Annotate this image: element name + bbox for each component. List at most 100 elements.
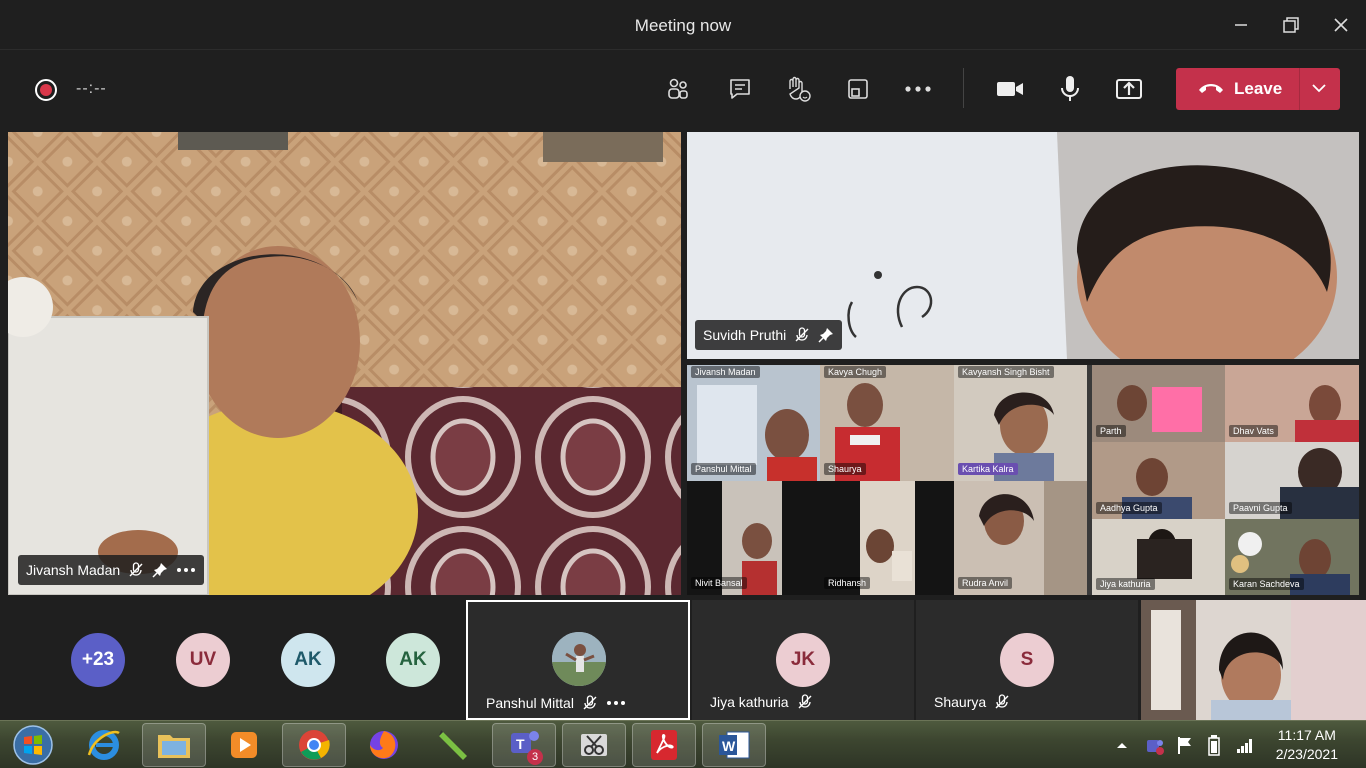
video-tile-main[interactable]: Jivansh Madan — [8, 132, 681, 595]
gallery-cell: Dhav Vats — [1225, 365, 1359, 442]
participant-avatar[interactable]: AK — [386, 633, 440, 687]
self-view-video[interactable] — [1141, 600, 1366, 720]
participant-tile[interactable]: JK Jiya kathuria — [692, 600, 914, 720]
start-button[interactable] — [2, 723, 64, 767]
reactions-button[interactable] — [780, 73, 816, 105]
gallery-name: Karan Sachdeva — [1229, 578, 1304, 590]
gallery-cell: Kavyansh Singh Bisht Kartika Kalra — [954, 365, 1087, 481]
rooms-button[interactable] — [840, 73, 876, 105]
shared-screen-gallery[interactable]: Jivansh Madan Panshul Mittal Kavya Chugh… — [687, 365, 1359, 595]
participant-avatar: JK — [776, 633, 830, 687]
meeting-toolbar: --:-- Leave — [0, 51, 1366, 129]
muted-mic-icon — [795, 327, 809, 342]
avatar-initials: AK — [294, 649, 322, 670]
taskbar-app-pen[interactable] — [422, 723, 486, 767]
windows-start-icon — [13, 725, 53, 765]
leave-button[interactable]: Leave — [1176, 68, 1340, 110]
gallery-name: Aadhya Gupta — [1096, 502, 1162, 514]
more-actions-button[interactable] — [900, 73, 936, 105]
taskbar-teams[interactable]: T 3 — [492, 723, 556, 767]
more-options-icon — [905, 86, 931, 92]
taskbar-firefox[interactable] — [352, 723, 416, 767]
gallery-name: Kavya Chugh — [824, 366, 887, 378]
microphone-button[interactable] — [1052, 73, 1088, 105]
clock-date: 2/23/2021 — [1275, 746, 1338, 762]
avatar-initials: AK — [399, 649, 427, 670]
muted-mic-icon — [798, 694, 812, 709]
chrome-icon — [299, 730, 330, 760]
taskbar-clock[interactable]: 11:17 AM 2/23/2021 — [1276, 726, 1338, 764]
overflow-participants-avatar[interactable]: +23 — [71, 633, 125, 687]
gallery-name: Panshul Mittal — [691, 463, 756, 475]
participant-name: Panshul Mittal — [486, 695, 574, 711]
maximize-button[interactable] — [1273, 10, 1309, 40]
participant-name-bar: Suvidh Pruthi — [695, 320, 843, 350]
participant-tile-speaking[interactable]: Panshul Mittal — [466, 600, 690, 720]
video-tile-secondary[interactable]: Suvidh Pruthi — [687, 132, 1359, 359]
share-screen-button[interactable] — [1111, 73, 1147, 105]
participant-avatar[interactable]: AK — [281, 633, 335, 687]
leave-label: Leave — [1234, 79, 1283, 98]
firefox-icon — [370, 731, 398, 759]
participant-name: Shaurya — [934, 694, 987, 710]
minimize-button[interactable] — [1223, 10, 1259, 40]
participants-button[interactable] — [660, 73, 696, 105]
gallery-cell: Parth — [1092, 365, 1225, 442]
windows-taskbar: T 3 W 11:17 AM 2/23/2021 — [0, 720, 1366, 768]
participant-avatar: S — [1000, 633, 1054, 687]
muted-mic-icon — [129, 562, 143, 577]
scissors-icon — [581, 734, 607, 756]
taskbar-media-player[interactable] — [212, 723, 276, 767]
taskbar-file-explorer[interactable] — [142, 723, 206, 767]
people-icon — [668, 78, 688, 99]
gallery-name: Dhav Vats — [1229, 425, 1278, 437]
taskbar-internet-explorer[interactable] — [72, 723, 136, 767]
participant-avatar[interactable]: UV — [176, 633, 230, 687]
restore-icon — [1283, 17, 1299, 33]
taskbar-acrobat[interactable] — [632, 723, 696, 767]
more-options-icon[interactable] — [606, 700, 626, 706]
toolbar-divider — [963, 68, 964, 108]
gallery-name: Paavni Gupta — [1229, 502, 1292, 514]
pin-icon — [818, 328, 834, 343]
more-options-icon[interactable] — [176, 567, 196, 573]
media-player-icon — [231, 732, 257, 758]
chevron-down-icon — [1312, 84, 1326, 93]
avatar-initials: UV — [189, 649, 217, 670]
avatar — [552, 632, 606, 686]
internet-explorer-icon — [87, 730, 120, 760]
svg-text:T: T — [516, 736, 525, 752]
gallery-cell: Aadhya Gupta — [1092, 442, 1225, 519]
drawing-app-icon — [439, 730, 467, 760]
gallery-name: Ridhansh — [824, 577, 871, 589]
gallery-name: Parth — [1096, 425, 1126, 437]
recording-indicator-icon — [35, 79, 57, 101]
gallery-name: Shaurya — [824, 463, 866, 475]
show-hidden-icons-icon[interactable] — [1116, 741, 1128, 749]
close-button[interactable] — [1323, 10, 1359, 40]
gallery-name: Kartika Kalra — [958, 463, 1018, 475]
participant-tile[interactable]: S Shaurya — [916, 600, 1138, 720]
gallery-cell: Nivit Bansal — [687, 481, 820, 595]
muted-mic-icon — [583, 695, 597, 710]
taskbar-chrome[interactable] — [282, 723, 346, 767]
gallery-name: Rudra Anvil — [958, 577, 1013, 589]
muted-mic-icon — [995, 694, 1009, 709]
close-icon — [1334, 18, 1348, 32]
network-signal-icon[interactable] — [1236, 736, 1254, 754]
battery-icon[interactable] — [1207, 734, 1221, 756]
gallery-name: Jivansh Madan — [691, 366, 760, 378]
camera-button[interactable] — [992, 73, 1028, 105]
action-center-flag-icon[interactable] — [1176, 735, 1194, 755]
chat-button[interactable] — [722, 73, 758, 105]
participant-strip: +23 UV AK AK Panshul Mittal JK Jiya kath… — [0, 600, 1366, 720]
gallery-cell: Paavni Gupta — [1225, 442, 1359, 519]
gallery-name: Kavyansh Singh Bisht — [958, 366, 1054, 378]
taskbar-word[interactable]: W — [702, 723, 766, 767]
teams-tray-icon[interactable] — [1144, 735, 1166, 757]
avatar-initials: S — [1020, 649, 1034, 670]
taskbar-snipping-tool[interactable] — [562, 723, 626, 767]
camera-icon — [997, 82, 1023, 96]
title-bar: Meeting now — [0, 0, 1366, 50]
gallery-cell: Kavya Chugh Shaurya — [820, 365, 954, 481]
